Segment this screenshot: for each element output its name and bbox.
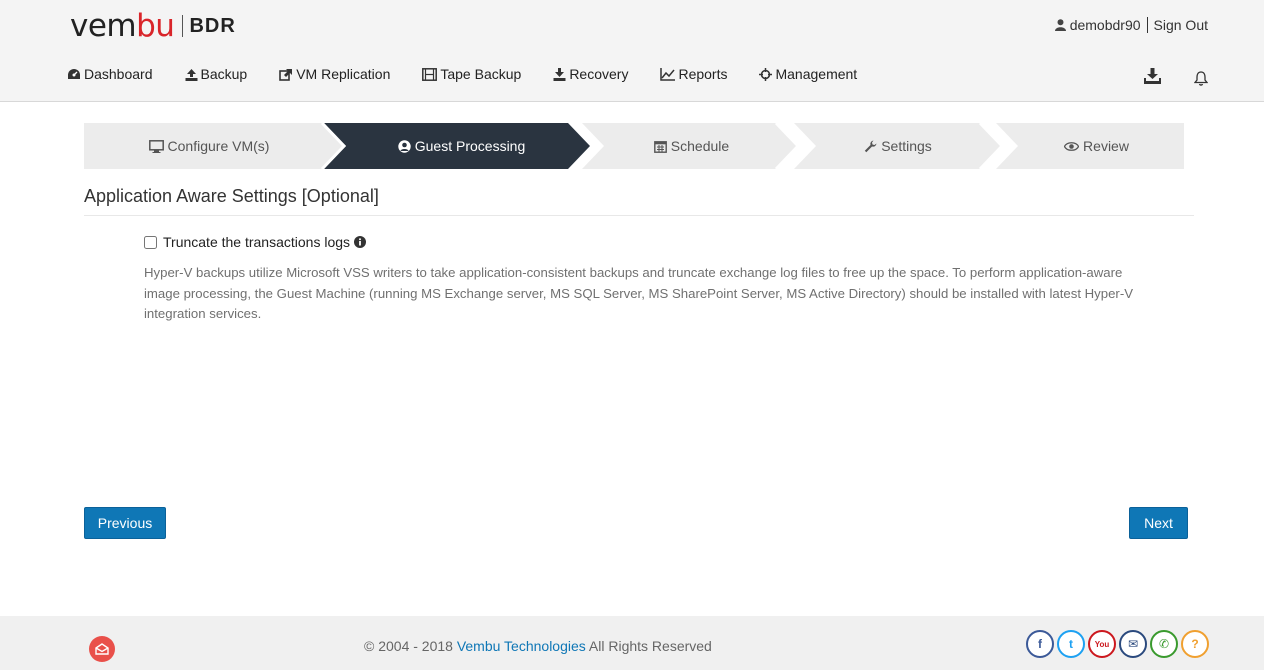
twitter-glyph: t <box>1069 637 1073 651</box>
film-icon <box>422 67 438 81</box>
truncate-logs-label[interactable]: Truncate the transactions logs <box>163 234 350 250</box>
step-guest-processing[interactable]: Guest Processing <box>339 123 584 169</box>
twitter-icon[interactable]: t <box>1057 630 1085 658</box>
top-header: vembu BDR demobdr90 Sign Out Dashboard B… <box>0 0 1264 102</box>
help-icon[interactable]: ? <box>1181 630 1209 658</box>
calendar-icon <box>653 140 667 153</box>
nav-label: Tape Backup <box>440 66 522 82</box>
share-icon <box>279 68 293 81</box>
footer: © 2004 - 2018 Vembu Technologies All Rig… <box>0 616 1264 670</box>
copyright-text: © 2004 - 2018 Vembu Technologies All Rig… <box>364 638 712 654</box>
download-tray-icon[interactable] <box>1144 68 1161 89</box>
company-link[interactable]: Vembu Technologies <box>457 638 586 654</box>
user-icon <box>1054 19 1066 31</box>
nav-management[interactable]: Management <box>759 66 857 82</box>
logo-wordmark: vembu <box>70 8 175 44</box>
facebook-icon[interactable]: f <box>1026 630 1054 658</box>
next-button[interactable]: Next <box>1129 507 1188 539</box>
facebook-glyph: f <box>1038 637 1042 651</box>
step-label: Schedule <box>670 138 730 154</box>
nav-reports[interactable]: Reports <box>660 66 727 82</box>
main-nav: Dashboard Backup VM Replication Tape Bac… <box>67 66 889 82</box>
bell-icon[interactable] <box>1193 71 1209 91</box>
nav-dashboard[interactable]: Dashboard <box>67 66 153 82</box>
user-circle-icon <box>398 139 411 153</box>
truncate-logs-row: Truncate the transactions logs <box>144 234 367 250</box>
step-settings[interactable]: Settings <box>804 123 992 169</box>
step-review[interactable]: Review <box>1009 123 1184 169</box>
section-divider <box>84 215 1194 216</box>
step-label: Settings <box>881 138 932 154</box>
crosshair-icon <box>759 67 773 81</box>
step-configure-vms[interactable]: Configure VM(s) <box>84 123 334 169</box>
phone-glyph: ✆ <box>1158 637 1170 651</box>
copyright-prefix: © 2004 - 2018 <box>364 638 453 654</box>
email-icon[interactable]: ✉ <box>1119 630 1147 658</box>
line-chart-icon <box>660 67 676 81</box>
envelope-open-icon <box>95 643 109 655</box>
upload-icon <box>185 68 197 81</box>
user-area: demobdr90 Sign Out <box>1054 17 1208 33</box>
nav-label: Reports <box>678 66 728 82</box>
help-glyph: ? <box>1191 637 1199 651</box>
logo-divider <box>182 15 184 37</box>
nav-label: Backup <box>200 66 248 82</box>
step-schedule[interactable]: Schedule <box>594 123 789 169</box>
copyright-rights: All Rights Reserved <box>588 638 712 654</box>
previous-button[interactable]: Previous <box>84 507 166 539</box>
mail-fab-button[interactable] <box>89 636 115 662</box>
download-icon <box>553 67 566 81</box>
nav-tape-backup[interactable]: Tape Backup <box>422 66 521 82</box>
nav-backup[interactable]: Backup <box>185 66 248 82</box>
sign-out-link[interactable]: Sign Out <box>1154 17 1208 33</box>
wizard-steps: Configure VM(s) Guest Processing Schedul… <box>84 123 1184 169</box>
nav-label: Recovery <box>569 66 629 82</box>
truncate-logs-checkbox[interactable] <box>144 235 157 249</box>
nav-label: Management <box>775 66 858 82</box>
user-divider <box>1146 17 1148 33</box>
youtube-glyph: You <box>1094 639 1110 649</box>
email-glyph: ✉ <box>1127 637 1139 651</box>
username[interactable]: demobdr90 <box>1070 17 1141 33</box>
nav-label: Dashboard <box>84 66 153 82</box>
info-icon[interactable] <box>354 236 367 248</box>
logo-product: BDR <box>189 14 236 37</box>
vembu-logo[interactable]: vembu BDR <box>70 8 236 44</box>
application-aware-description: Hyper-V backups utilize Microsoft VSS wr… <box>144 265 1134 321</box>
nav-recovery[interactable]: Recovery <box>553 66 628 82</box>
youtube-icon[interactable]: You <box>1088 630 1116 658</box>
step-label: Review <box>1083 138 1129 154</box>
social-links: f t You ✉ ✆ ? <box>1026 630 1212 658</box>
nav-vm-replication[interactable]: VM Replication <box>279 66 390 82</box>
section-title: Application Aware Settings [Optional] <box>84 186 379 206</box>
nav-label: VM Replication <box>296 66 391 82</box>
phone-icon[interactable]: ✆ <box>1150 630 1178 658</box>
step-label: Guest Processing <box>414 138 526 154</box>
monitor-icon <box>148 139 164 153</box>
step-label: Configure VM(s) <box>167 138 270 154</box>
eye-icon <box>1064 141 1080 151</box>
wrench-icon <box>865 140 877 152</box>
dashboard-icon <box>68 69 80 79</box>
